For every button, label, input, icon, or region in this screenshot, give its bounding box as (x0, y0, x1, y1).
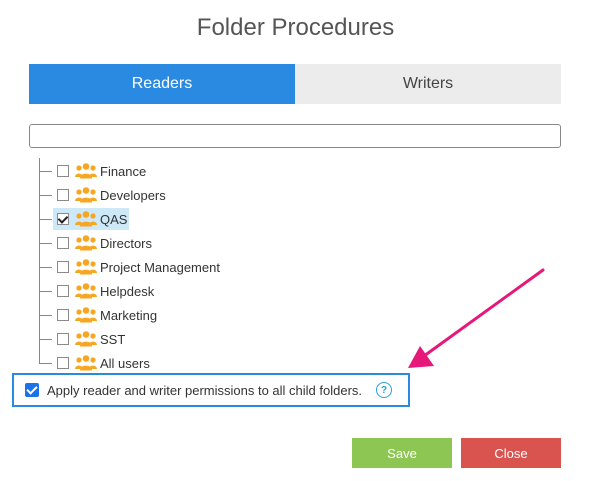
group-checkbox[interactable] (57, 237, 69, 249)
tree-branch (40, 315, 52, 316)
search-input[interactable] (29, 124, 561, 148)
user-group-icon (75, 163, 97, 179)
tree-node[interactable]: Marketing (53, 304, 159, 326)
save-button[interactable]: Save (352, 438, 452, 468)
tree-branch (40, 195, 52, 196)
group-checkbox[interactable] (57, 189, 69, 201)
group-label: Project Management (100, 259, 220, 275)
annotation-arrow (408, 268, 545, 368)
tree-node[interactable]: SST (53, 328, 127, 350)
user-group-icon (75, 187, 97, 203)
apply-child-checkbox[interactable] (25, 383, 39, 397)
tree-node[interactable]: Helpdesk (53, 280, 156, 302)
tree-node[interactable]: Project Management (53, 256, 222, 278)
user-group-icon (75, 355, 97, 371)
group-checkbox[interactable] (57, 357, 69, 369)
group-checkbox[interactable] (57, 213, 69, 225)
apply-child-label[interactable]: Apply reader and writer permissions to a… (47, 383, 362, 398)
user-group-icon (75, 235, 97, 251)
tree-branch (40, 219, 52, 220)
group-checkbox[interactable] (57, 309, 69, 321)
apply-child-option-highlight: Apply reader and writer permissions to a… (12, 373, 410, 407)
tab-readers[interactable]: Readers (29, 64, 295, 104)
group-tree: Finance Developers QAS Directors Project… (36, 158, 336, 371)
group-checkbox[interactable] (57, 261, 69, 273)
group-checkbox[interactable] (57, 333, 69, 345)
user-group-icon (75, 331, 97, 347)
tree-branch (40, 267, 52, 268)
tree-node[interactable]: Developers (53, 184, 168, 206)
user-group-icon (75, 307, 97, 323)
group-label: Finance (100, 163, 147, 179)
group-label: QAS (100, 211, 128, 227)
tree-branch (40, 171, 52, 172)
tree-node[interactable]: Directors (53, 232, 154, 254)
group-label: All users (100, 355, 150, 371)
tab-bar: Readers Writers (29, 64, 561, 104)
user-group-icon (75, 211, 97, 227)
group-label: Helpdesk (100, 283, 155, 299)
tree-node[interactable]: Finance (53, 160, 148, 182)
user-group-icon (75, 259, 97, 275)
group-checkbox[interactable] (57, 165, 69, 177)
tree-node[interactable]: QAS (53, 208, 130, 230)
tree-branch (40, 363, 52, 364)
tree-connector-line (39, 158, 40, 364)
help-icon[interactable]: ? (376, 382, 393, 398)
close-button[interactable]: Close (461, 438, 561, 468)
group-label: Developers (100, 187, 166, 203)
tree-branch (40, 243, 52, 244)
tree-branch (40, 339, 52, 340)
group-label: Marketing (100, 307, 158, 323)
tree-branch (40, 291, 52, 292)
group-label: SST (100, 331, 126, 347)
tree-node[interactable]: All users (53, 352, 152, 374)
group-checkbox[interactable] (57, 285, 69, 297)
tab-writers[interactable]: Writers (295, 64, 561, 104)
user-group-icon (75, 283, 97, 299)
group-label: Directors (100, 235, 153, 251)
dialog-title: Folder Procedures (196, 14, 395, 41)
